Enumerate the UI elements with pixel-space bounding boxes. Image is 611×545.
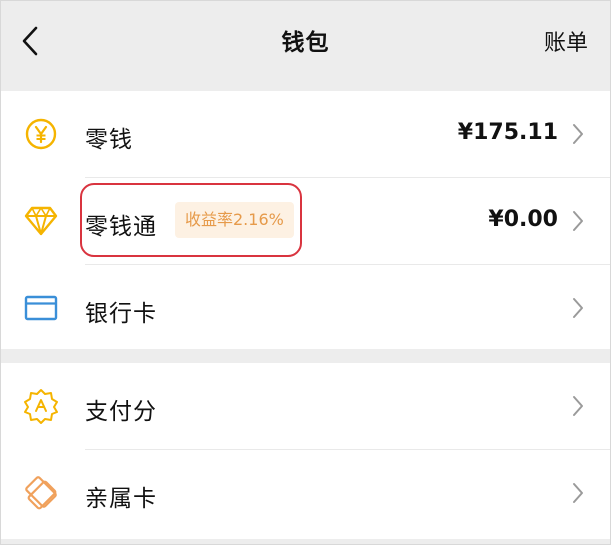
balance-value: ¥175.11 [457, 120, 558, 145]
list-item-payscore[interactable]: 支付分 [1, 363, 610, 449]
wallet-screen: 钱包 账单 零钱 ¥175.11 零钱通 ¥0.00 收益率2.16% 银行卡 … [0, 0, 611, 545]
list-item-family-card[interactable]: 亲属卡 [1, 450, 610, 536]
wallet-group-primary: 零钱 ¥175.11 零钱通 ¥0.00 收益率2.16% 银行卡 [1, 91, 610, 349]
list-item-change-plus[interactable]: 零钱通 ¥0.00 [1, 178, 610, 264]
family-card-icon [23, 475, 59, 511]
list-item-label: 亲属卡 [85, 486, 157, 512]
wallet-group-secondary: 支付分 亲属卡 [1, 363, 610, 539]
chevron-right-icon [573, 124, 583, 144]
payscore-badge-icon [23, 388, 59, 424]
nav-bar: 钱包 账单 [1, 1, 610, 87]
list-item-bank-card[interactable]: 银行卡 [1, 265, 610, 351]
bank-card-icon [23, 290, 59, 326]
chevron-right-icon [573, 298, 583, 318]
diamond-icon [23, 203, 59, 239]
chevron-right-icon [573, 396, 583, 416]
yuan-coin-icon [23, 116, 59, 152]
list-item-change[interactable]: 零钱 ¥175.11 [1, 91, 610, 177]
list-item-label: 支付分 [85, 399, 157, 425]
list-item-label: 零钱 [85, 127, 133, 153]
bill-link[interactable]: 账单 [544, 25, 588, 57]
list-item-label: 银行卡 [85, 301, 157, 327]
page-title: 钱包 [281, 30, 330, 56]
yield-rate-badge: 收益率2.16% [175, 202, 294, 238]
chevron-right-icon [573, 211, 583, 231]
list-item-label: 零钱通 [85, 214, 157, 240]
balance-value: ¥0.00 [488, 207, 558, 232]
chevron-right-icon [573, 483, 583, 503]
